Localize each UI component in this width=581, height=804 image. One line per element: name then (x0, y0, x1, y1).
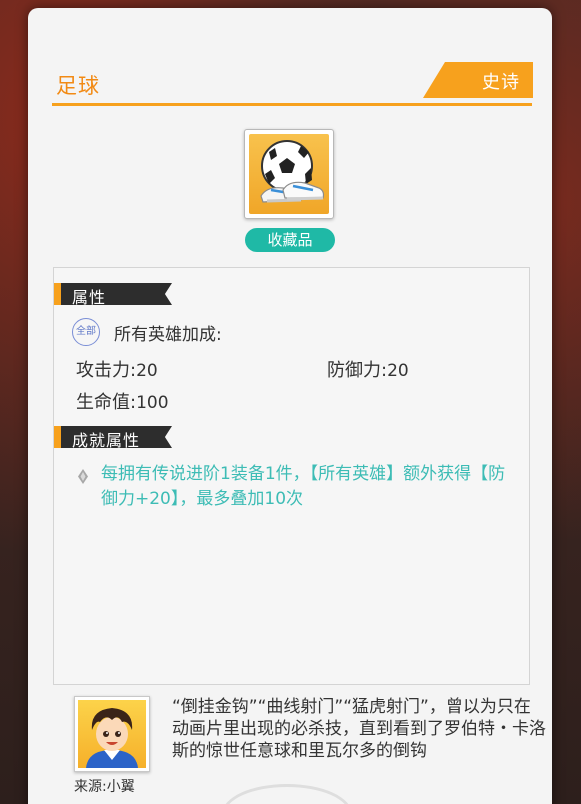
stat-defense-value: 20 (387, 361, 409, 381)
header-underline (52, 103, 532, 106)
stat-attack-value: 20 (136, 361, 158, 381)
stat-health-label: 生命值: (76, 392, 137, 413)
attributes-heading: 属性 (72, 288, 107, 307)
watermark-seal (222, 784, 352, 804)
all-scope-badge: 全部 (72, 318, 100, 346)
rarity-label: 史诗 (482, 72, 520, 93)
attribute-panel: 属性 全部 所有英雄加成: 攻击力:20 防御力:20 生命值:100 成就属性… (53, 267, 530, 685)
source-label: 来源:小翼 (74, 779, 135, 795)
item-icon-frame (244, 129, 334, 219)
item-header: 足球 史诗 (52, 62, 533, 106)
achievement-heading: 成就属性 (72, 431, 141, 450)
stat-defense: 防御力:20 (327, 356, 409, 382)
achievement-section-header: 成就属性 (54, 426, 172, 448)
character-portrait-icon (78, 700, 146, 768)
attributes-section-header: 属性 (54, 283, 172, 305)
achievement-description: 每拥有传说进阶1装备1件，【所有英雄】额外获得【防御力+20】，最多叠加10次 (101, 464, 506, 509)
item-name: 足球 (56, 74, 100, 98)
stat-health-value: 100 (136, 393, 169, 413)
stat-attack: 攻击力:20 (76, 356, 158, 382)
collectible-tag: 收藏品 (245, 228, 335, 252)
item-flavor-text: “倒挂金钩”“曲线射门”“猛虎射门”，曾以为只在动画片里出现的必杀技，直到看到了… (172, 697, 546, 761)
all-heroes-bonus-label: 所有英雄加成: (114, 325, 222, 345)
soccer-ball-and-sneakers-icon (249, 134, 329, 214)
stat-defense-label: 防御力: (327, 360, 388, 381)
diamond-bullet-icon (78, 469, 88, 484)
item-detail-card: 足球 史诗 收藏品 属性 全部 所有英雄加成: 攻击力:20 防御力:20 生命… (28, 8, 552, 804)
stat-health: 生命值:100 (76, 388, 169, 414)
stat-attack-label: 攻击力: (76, 360, 137, 381)
source-portrait-frame (74, 696, 150, 772)
